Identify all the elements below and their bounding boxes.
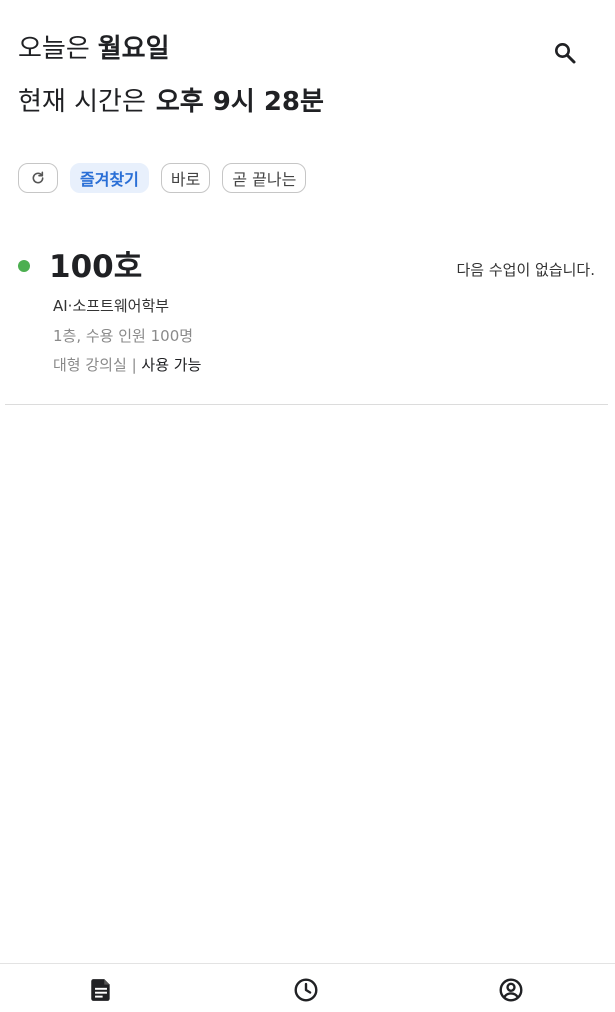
room-type: 대형 강의실 bbox=[53, 356, 127, 374]
search-icon bbox=[555, 43, 576, 64]
nav-rooms-button[interactable] bbox=[87, 976, 115, 1004]
room-info: 1층, 수용 인원 100명 bbox=[53, 327, 194, 345]
search-button[interactable] bbox=[548, 36, 582, 70]
refresh-button[interactable] bbox=[18, 163, 58, 193]
account-circle-icon bbox=[499, 978, 523, 1002]
time-prefix: 현재 시간은 bbox=[18, 87, 146, 117]
chip-available-now[interactable]: 바로 bbox=[160, 163, 211, 193]
document-icon bbox=[91, 979, 110, 1001]
today-day: 월요일 bbox=[97, 34, 170, 64]
room-meta: 대형 강의실 | 사용 가능 bbox=[53, 354, 201, 375]
time-value: 오후 9시 28분 bbox=[155, 87, 324, 117]
today-prefix: 오늘은 bbox=[18, 34, 90, 64]
app-screen: 오늘은 월요일 현재 시간은 오후 9시 28분 즐겨찾기 바로 곧 끝나는 100… bbox=[0, 0, 615, 1012]
today-heading: 오늘은 월요일 bbox=[18, 30, 170, 68]
filter-chips: 즐겨찾기 바로 곧 끝나는 bbox=[18, 163, 307, 193]
current-time-heading: 현재 시간은 오후 9시 28분 bbox=[18, 83, 324, 121]
bottom-navigation bbox=[0, 963, 615, 1012]
meta-separator: | bbox=[131, 356, 137, 374]
refresh-icon bbox=[32, 171, 44, 184]
room-name: 100호 bbox=[49, 249, 143, 285]
room-department: AI·소프트웨어학부 bbox=[53, 297, 170, 315]
next-class-text: 다음 수업이 없습니다. bbox=[456, 261, 595, 279]
chip-ending-soon[interactable]: 곧 끝나는 bbox=[222, 163, 307, 193]
clock-icon bbox=[294, 978, 318, 1002]
room-list-item[interactable]: 100호 다음 수업이 없습니다. AI·소프트웨어학부 1층, 수용 인원 1… bbox=[5, 232, 608, 405]
status-dot bbox=[18, 260, 30, 272]
nav-schedule-button[interactable] bbox=[292, 976, 320, 1004]
room-status: 사용 가능 bbox=[141, 356, 202, 374]
nav-profile-button[interactable] bbox=[497, 976, 525, 1004]
chip-favorites[interactable]: 즐겨찾기 bbox=[70, 163, 149, 193]
